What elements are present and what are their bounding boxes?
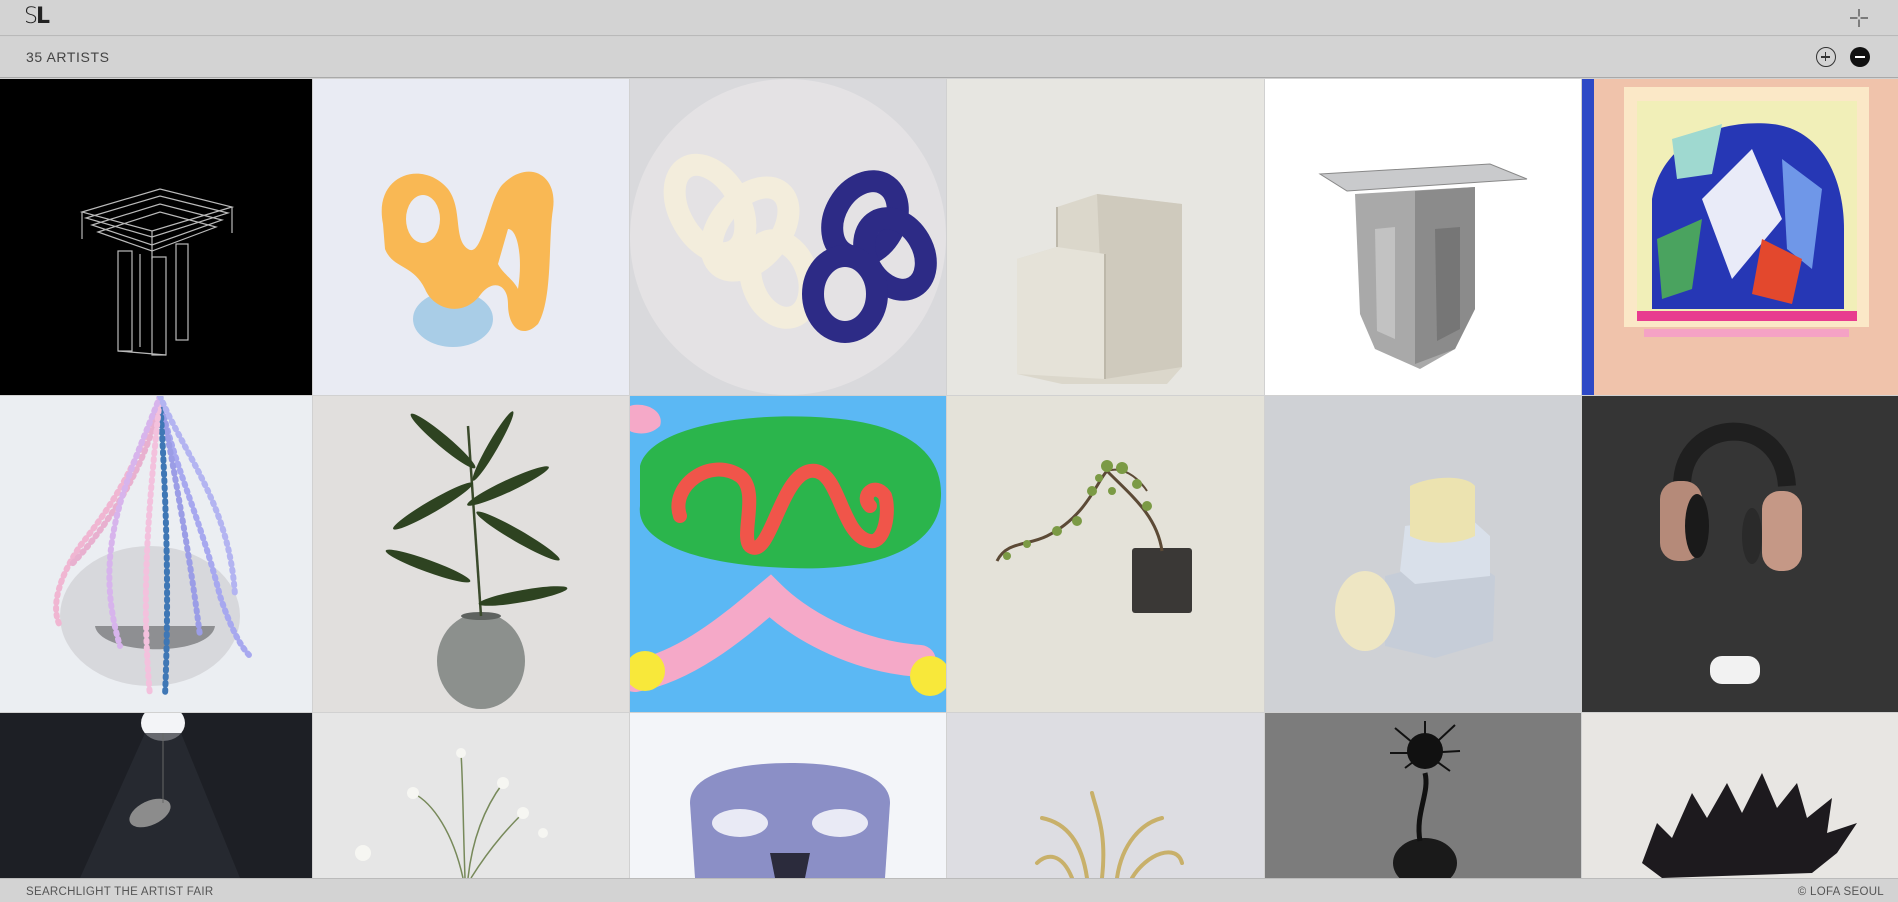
logo-letter-s: S xyxy=(24,4,38,29)
artwork-tile-plaster-block[interactable] xyxy=(947,79,1264,395)
artwork-tile-golden-branches[interactable] xyxy=(947,713,1264,878)
plus-crosshair-icon[interactable] xyxy=(1848,7,1870,29)
artwork-tile-white-flowers[interactable] xyxy=(313,713,629,878)
artwork-tile-paper-vessels[interactable] xyxy=(1265,396,1581,712)
site-logo[interactable]: SL xyxy=(24,4,50,29)
artwork-tile-bamboo-vase[interactable] xyxy=(313,396,629,712)
zoom-in-icon[interactable] xyxy=(1816,47,1836,67)
artwork-tile-beaded-hanging[interactable] xyxy=(0,396,312,712)
artist-count: 35 ARTISTS xyxy=(26,49,110,65)
artwork-tile-digital-drawing[interactable] xyxy=(630,396,946,712)
artwork-tile-suspended-figure[interactable] xyxy=(0,713,312,878)
artwork-tile-orange-loop[interactable] xyxy=(313,79,629,395)
artwork-tile-aluminium-table[interactable] xyxy=(1265,79,1581,395)
artwork-tile-headphones[interactable] xyxy=(1582,396,1898,712)
footer-fair-name[interactable]: SEARCHLIGHT THE ARTIST FAIR xyxy=(26,886,213,898)
artwork-grid xyxy=(0,79,1898,878)
artwork-tile-spiky-hedgehog[interactable] xyxy=(1582,713,1898,878)
artwork-tile-bonsai-branch[interactable] xyxy=(947,396,1264,712)
artwork-tile-ceramic-knots[interactable] xyxy=(630,79,946,395)
zoom-out-icon[interactable] xyxy=(1850,47,1870,67)
artwork-tile-acrylic-table[interactable] xyxy=(0,79,312,395)
artwork-tile-abstract-painting[interactable] xyxy=(1582,79,1898,395)
footer: SEARCHLIGHT THE ARTIST FAIR © LOFA SEOUL xyxy=(0,878,1898,902)
artwork-tile-lavender-chair[interactable] xyxy=(630,713,946,878)
toolbar: 35 ARTISTS xyxy=(0,37,1898,78)
artwork-tile-feathered-form[interactable] xyxy=(1265,713,1581,878)
top-bar: SL xyxy=(0,0,1898,36)
logo-letter-l: L xyxy=(35,4,50,29)
footer-copyright: © LOFA SEOUL xyxy=(1797,886,1884,898)
